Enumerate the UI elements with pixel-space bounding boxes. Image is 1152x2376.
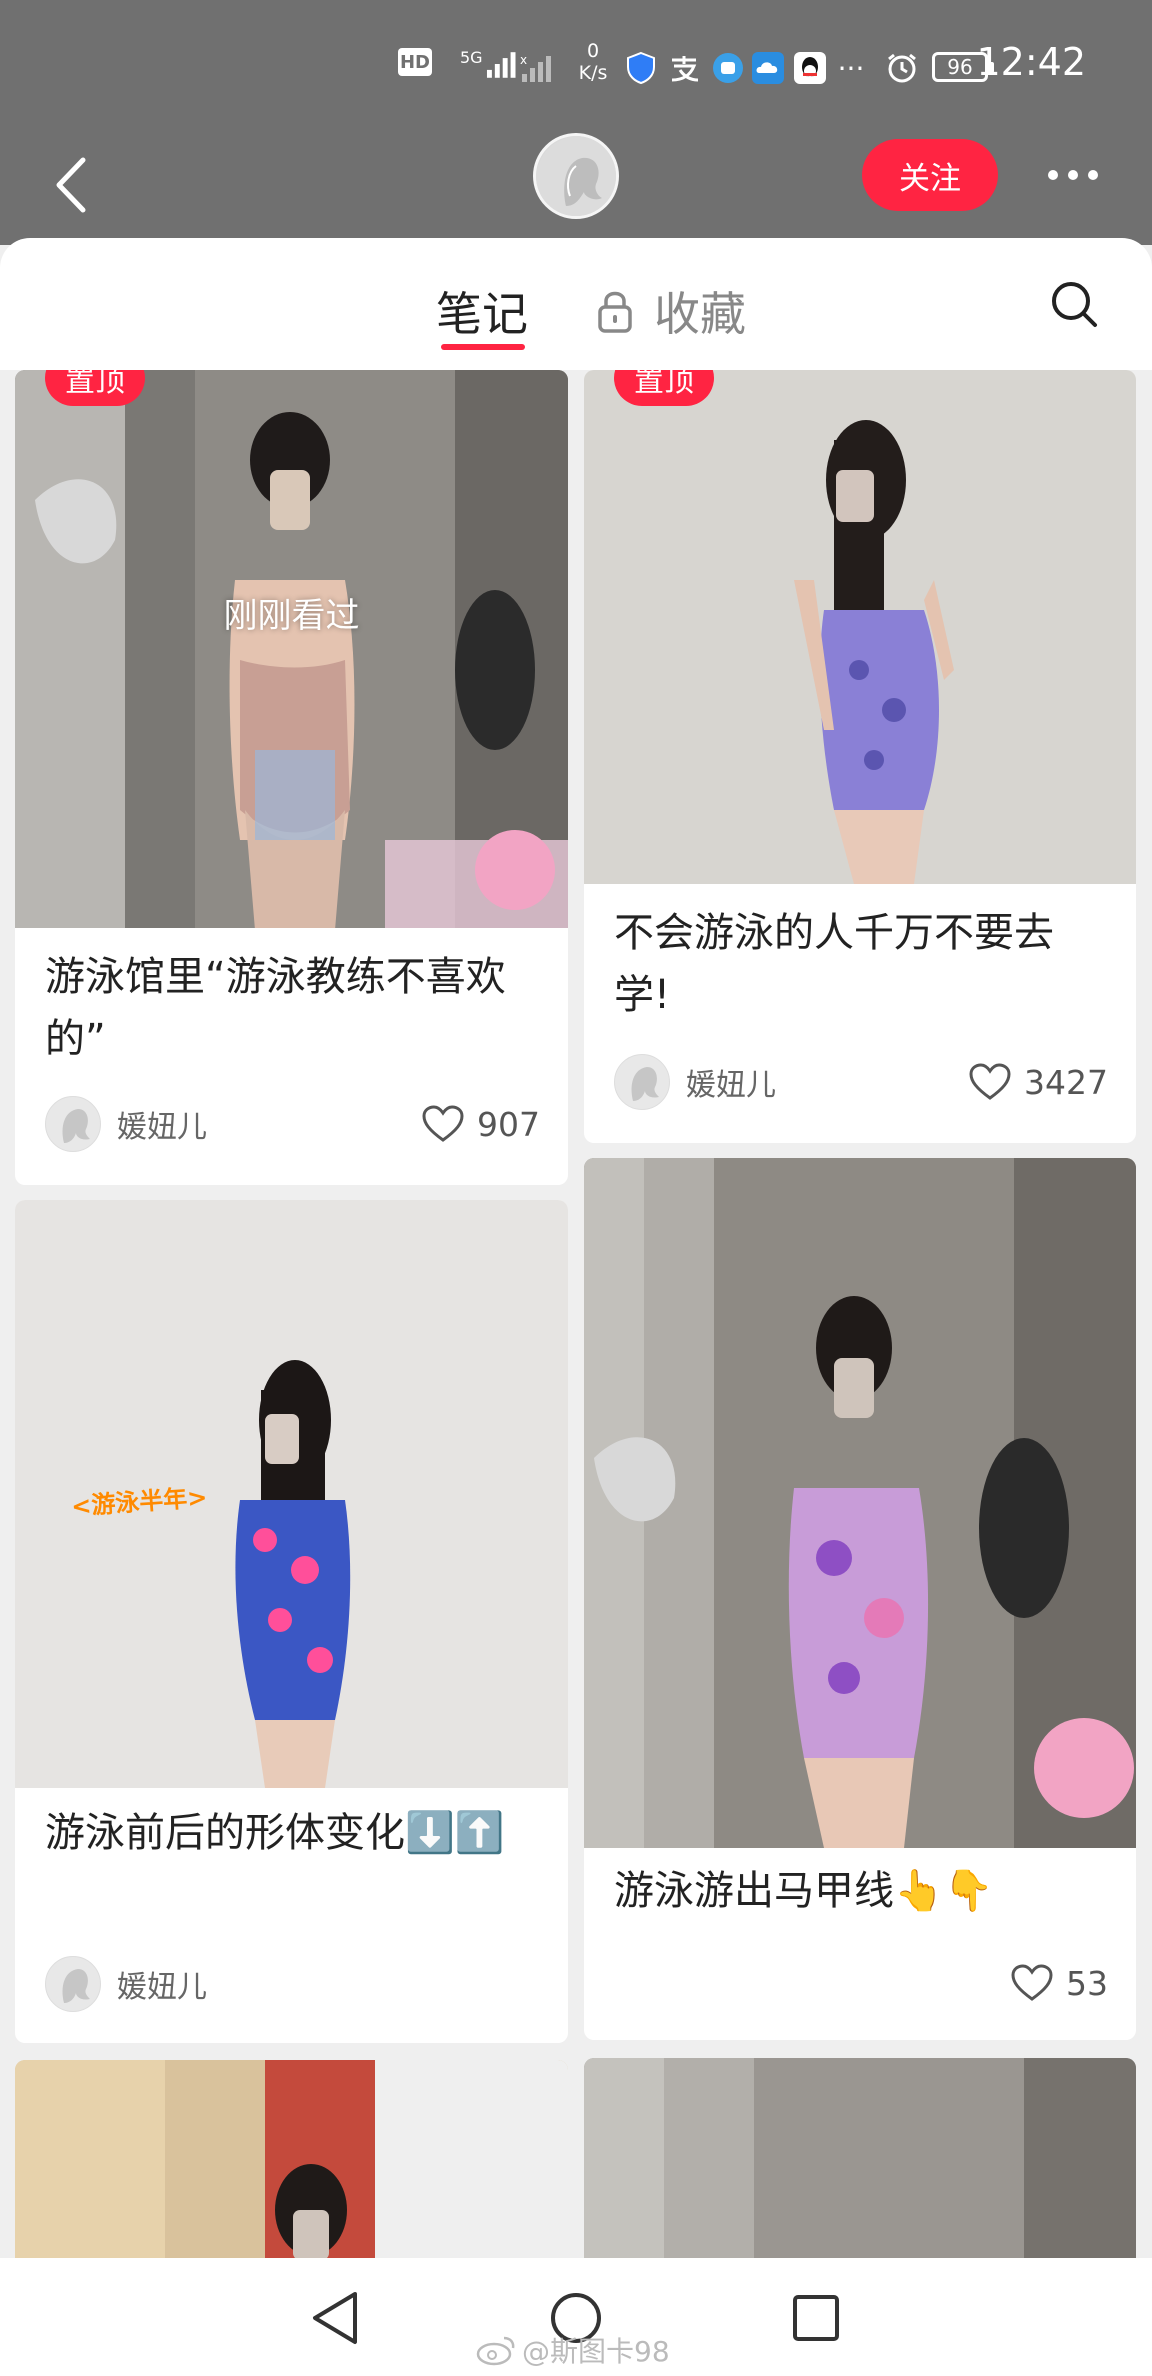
status-bar: HD 5G x 0 K/s ··· 96 12:42 [0,0,1152,130]
network-rate-unit: K/s [578,62,608,84]
back-button[interactable] [40,140,100,230]
tab-collect[interactable]: 收藏 [596,278,746,344]
pinned-badge: 置顶 [45,370,145,406]
alarm-icon [884,48,920,88]
triangle-back-icon [313,2292,357,2344]
author-name: 媛妞儿 [117,1970,207,2005]
lock-icon [598,291,632,333]
like-count: 53 [1066,1963,1108,2003]
signal-label: 5G [460,48,483,67]
cloud-icon [750,48,786,88]
search-icon [1052,282,1097,327]
heart-icon [969,1063,1011,1100]
heart-icon [1011,1964,1053,2001]
tab-collect-label: 收藏 [654,287,746,341]
author-name: 媛妞儿 [117,1110,207,1145]
active-tab-indicator [441,344,525,350]
dot-icon [1048,170,1058,180]
like-count: 3427 [1024,1062,1108,1102]
author-avatar [614,1054,670,1110]
like-button[interactable]: 53 [1010,1955,1108,2011]
note-card[interactable]: 置顶 刚刚看过 游泳馆里“游泳教练不喜欢的” 媛妞儿 907 [15,370,568,1185]
app-icon [710,48,746,88]
follow-button[interactable]: 关注 [862,139,998,211]
qq-icon [792,48,828,88]
pinned-badge: 置顶 [614,370,714,406]
network-rate-value: 0 [586,40,600,62]
alipay-icon [666,48,702,88]
shield-icon [624,48,658,88]
note-cover-image [15,370,568,928]
author-avatar [45,1956,101,2012]
avatar[interactable] [533,133,619,219]
note-author[interactable]: 媛妞儿 [614,1054,776,1110]
note-title: 游泳游出马甲线👆👇 [614,1868,994,1914]
author-name: 媛妞儿 [686,1068,776,1103]
dot-icon [1068,170,1078,180]
like-count: 907 [477,1104,540,1144]
note-cover-image: <游泳半年> [15,1200,568,1788]
signal-icon: 5G [460,48,520,88]
note-cover-image [584,1158,1136,1848]
app-screen: HD 5G x 0 K/s ··· 96 12:42 关注 笔记 收藏 置顶 刚… [0,0,1152,2376]
like-button[interactable]: 907 [421,1096,540,1152]
like-button[interactable]: 3427 [968,1054,1108,1110]
top-bar: HD 5G x 0 K/s ··· 96 12:42 关注 [0,0,1152,245]
dot-icon [1088,170,1098,180]
watermark: @斯图卡98 [476,2330,670,2370]
note-author[interactable]: 媛妞儿 [45,1956,207,2012]
more-dots-icon: ··· [837,51,865,85]
watermark-text: @斯图卡98 [522,2335,670,2368]
search-button[interactable] [1046,276,1102,332]
note-card[interactable]: 游泳游出马甲线👆👇 53 [584,1158,1136,2040]
square-recents-icon [793,2295,839,2341]
recently-viewed-label: 刚刚看过 [223,596,360,636]
author-avatar [45,1096,101,1152]
note-cover-image [584,370,1136,884]
note-title: 不会游泳的人千万不要去学! [614,910,1054,1018]
weibo-icon [476,2336,515,2366]
girl-silhouette-icon [536,136,616,216]
tab-notes[interactable]: 笔记 [436,278,528,344]
signal-empty-icon: x [520,48,556,88]
hd-indicator: HD [398,48,432,76]
clock: 12:42 [976,40,1086,84]
note-title: 游泳馆里“游泳教练不喜欢的” [45,954,506,1062]
more-options-button[interactable] [1038,150,1108,200]
svg-text:x: x [520,53,527,67]
heart-icon [422,1105,464,1142]
note-card[interactable]: 置顶 不会游泳的人千万不要去学! 媛妞儿 3427 [584,370,1136,1143]
profile-header: 关注 [0,130,1152,245]
note-card[interactable]: <游泳半年> 游泳前后的形体变化⬇️⬆️ 媛妞儿 [15,1200,568,2043]
nav-recents-button[interactable] [781,2283,851,2353]
chevron-left-icon [56,157,86,213]
tab-bar: 笔记 收藏 [0,238,1152,370]
network-rate: 0 K/s [568,40,618,84]
note-title: 游泳前后的形体变化⬇️⬆️ [45,1810,505,1856]
nav-back-button[interactable] [300,2283,370,2353]
note-author[interactable]: 媛妞儿 [45,1096,207,1152]
